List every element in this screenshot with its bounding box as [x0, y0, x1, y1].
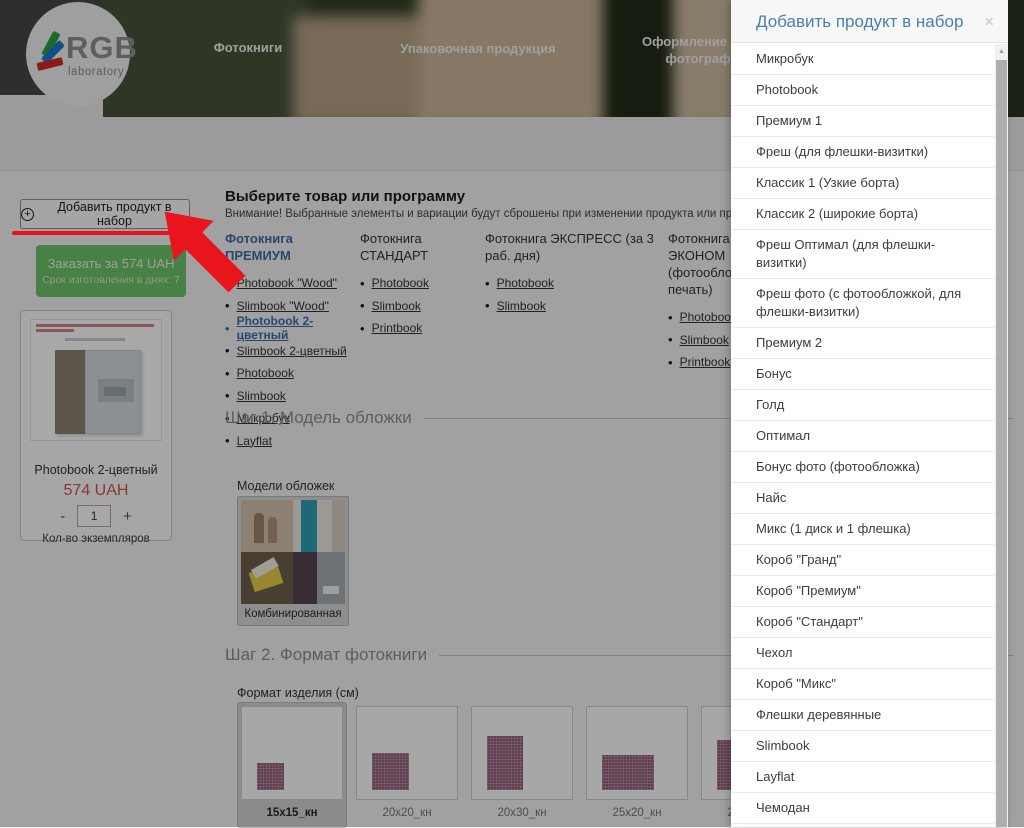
panel-list-item[interactable]: Микробук: [731, 44, 995, 75]
panel-list-item[interactable]: Чемодан: [731, 793, 995, 824]
scroll-up-arrow-icon[interactable]: ▲: [995, 44, 1008, 59]
panel-list-item[interactable]: Микс (1 диск и 1 флешка): [731, 514, 995, 545]
panel-list-item[interactable]: Флешки деревянные: [731, 700, 995, 731]
panel-list-item[interactable]: Фреш Оптимал (для флешки-визитки): [731, 230, 995, 279]
panel-list-item[interactable]: Layflat: [731, 762, 995, 793]
add-product-panel: Добавить продукт в набор × Микробук Phot…: [731, 0, 1008, 827]
red-arrow-annotation: [156, 203, 264, 311]
panel-list-item[interactable]: Премиум 2: [731, 328, 995, 359]
panel-product-list: Микробук Photobook Премиум 1 Фреш (для ф…: [731, 44, 995, 827]
panel-scrollbar[interactable]: ▲: [995, 44, 1008, 827]
panel-list-item[interactable]: Короб "Премиум": [731, 576, 995, 607]
panel-list-item[interactable]: Фреш фото (с фотообложкой, для флешки-ви…: [731, 279, 995, 328]
panel-header: Добавить продукт в набор ×: [731, 0, 1008, 43]
panel-list-item[interactable]: Короб "Стандарт": [731, 607, 995, 638]
panel-list-item[interactable]: Бонус фото (фотообложка): [731, 452, 995, 483]
panel-list-item[interactable]: Премиум 1: [731, 106, 995, 137]
panel-list-item[interactable]: Оптимал: [731, 421, 995, 452]
panel-list-item[interactable]: Чехол: [731, 638, 995, 669]
panel-list-item[interactable]: Найс: [731, 483, 995, 514]
panel-list-item[interactable]: Короб "Гранд": [731, 545, 995, 576]
panel-list-item[interactable]: Классик 2 (широкие борта): [731, 199, 995, 230]
panel-list-item[interactable]: Photobook: [731, 75, 995, 106]
scrollbar-thumb[interactable]: [996, 60, 1007, 827]
panel-list-item[interactable]: Голд: [731, 390, 995, 421]
panel-list-item[interactable]: Короб "Микс": [731, 669, 995, 700]
close-icon[interactable]: ×: [984, 0, 994, 43]
panel-list-item[interactable]: Классик 1 (Узкие борта): [731, 168, 995, 199]
panel-list-item[interactable]: Бонус: [731, 359, 995, 390]
panel-list-item[interactable]: Фреш (для флешки-визитки): [731, 137, 995, 168]
panel-list-item[interactable]: Slimbook: [731, 731, 995, 762]
panel-title: Добавить продукт в набор: [731, 0, 1008, 43]
